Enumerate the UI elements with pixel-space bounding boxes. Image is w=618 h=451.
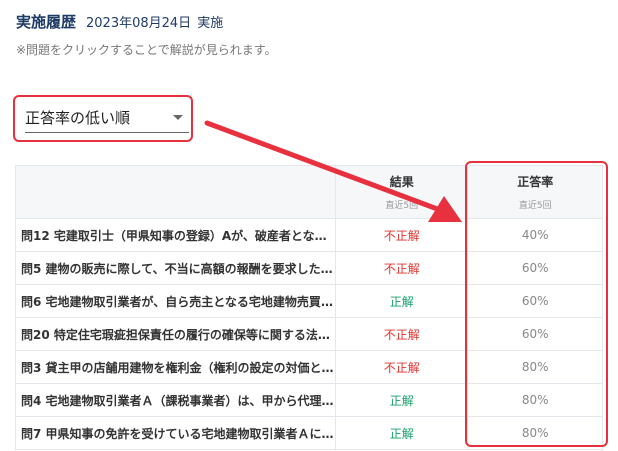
question-column-header bbox=[15, 165, 336, 219]
sort-select-value: 正答率の低い順 bbox=[25, 109, 131, 127]
question-link[interactable]: 問4 宅地建物取引業者Ａ（課税事業者）は、甲から代理の依頼を受けた場合に関する記… bbox=[15, 383, 336, 417]
table-row[interactable]: 問5 建物の販売に際して、不当に高額の報酬を要求した場合に関する記述不正解60% bbox=[15, 251, 603, 285]
rate-cell: 80% bbox=[467, 350, 603, 384]
exam-status: 実施 bbox=[197, 16, 224, 31]
question-link[interactable]: 問5 建物の販売に際して、不当に高額の報酬を要求した場合に関する記述 bbox=[15, 251, 336, 285]
exam-date: 2023年08月24日 bbox=[86, 16, 192, 31]
result-cell: 不正解 bbox=[334, 218, 469, 252]
rate-cell: 80% bbox=[467, 416, 603, 450]
result-cell: 不正解 bbox=[334, 350, 469, 384]
result-header-sub: 直近5回 bbox=[385, 201, 419, 211]
result-cell: 不正解 bbox=[334, 251, 469, 285]
table-row[interactable]: 問6 宅地建物取引業者が、自ら売主となる宅地建物売買契約に関する記述正解60% bbox=[15, 284, 603, 318]
rate-header-sub: 直近5回 bbox=[518, 201, 552, 211]
rate-cell: 40% bbox=[467, 218, 603, 252]
question-link[interactable]: 問12 宅建取引士（甲県知事の登録）Aが、破産者となった場合の届出に関する記述 bbox=[15, 218, 336, 252]
table-header-row: 結果 直近5回 正答率 直近5回 bbox=[15, 165, 603, 219]
result-column-header: 結果 直近5回 bbox=[334, 165, 469, 219]
question-link[interactable]: 問20 特定住宅瑕疵担保責任の履行の確保等に関する法律に関する記述 bbox=[15, 317, 336, 351]
table-row[interactable]: 問20 特定住宅瑕疵担保責任の履行の確保等に関する法律に関する記述不正解60% bbox=[15, 317, 603, 351]
result-header-label: 結果 bbox=[389, 175, 414, 189]
hint-text: ※問題をクリックすることで解説が見られます。 bbox=[16, 43, 277, 57]
result-cell: 不正解 bbox=[334, 317, 469, 351]
table-row[interactable]: 問3 貸主甲の店舗用建物を権利金（権利の設定の対価として支払われる金銭）に関する… bbox=[15, 350, 603, 384]
question-link[interactable]: 問3 貸主甲の店舗用建物を権利金（権利の設定の対価として支払われる金銭）に関する… bbox=[15, 350, 336, 384]
rate-cell: 60% bbox=[467, 251, 603, 285]
sort-highlight-box: 正答率の低い順 bbox=[13, 95, 193, 142]
rate-column-header: 正答率 直近5回 bbox=[467, 165, 603, 219]
table-row[interactable]: 問4 宅地建物取引業者Ａ（課税事業者）は、甲から代理の依頼を受けた場合に関する記… bbox=[15, 383, 603, 417]
result-cell: 正解 bbox=[334, 416, 469, 450]
table-row[interactable]: 問12 宅建取引士（甲県知事の登録）Aが、破産者となった場合の届出に関する記述不… bbox=[15, 218, 603, 252]
rate-cell: 60% bbox=[467, 317, 603, 351]
history-table: 結果 直近5回 正答率 直近5回 問12 宅建取引士（甲県知事の登録）Aが、破産… bbox=[15, 165, 603, 450]
sort-select[interactable]: 正答率の低い順 bbox=[25, 105, 189, 133]
page-title: 実施履歴 bbox=[16, 13, 77, 31]
question-link[interactable]: 問7 甲県知事の免許を受けている宅地建物取引業者Ａに関する記述 bbox=[15, 416, 336, 450]
caret-down-icon bbox=[173, 115, 183, 120]
rate-cell: 80% bbox=[467, 383, 603, 417]
result-cell: 正解 bbox=[334, 383, 469, 417]
table-row[interactable]: 問7 甲県知事の免許を受けている宅地建物取引業者Ａに関する記述正解80% bbox=[15, 416, 603, 450]
page-header: 実施履歴 2023年08月24日 実施 bbox=[16, 11, 223, 32]
question-link[interactable]: 問6 宅地建物取引業者が、自ら売主となる宅地建物売買契約に関する記述 bbox=[15, 284, 336, 318]
rate-cell: 60% bbox=[467, 284, 603, 318]
rate-header-label: 正答率 bbox=[517, 175, 554, 189]
result-cell: 正解 bbox=[334, 284, 469, 318]
